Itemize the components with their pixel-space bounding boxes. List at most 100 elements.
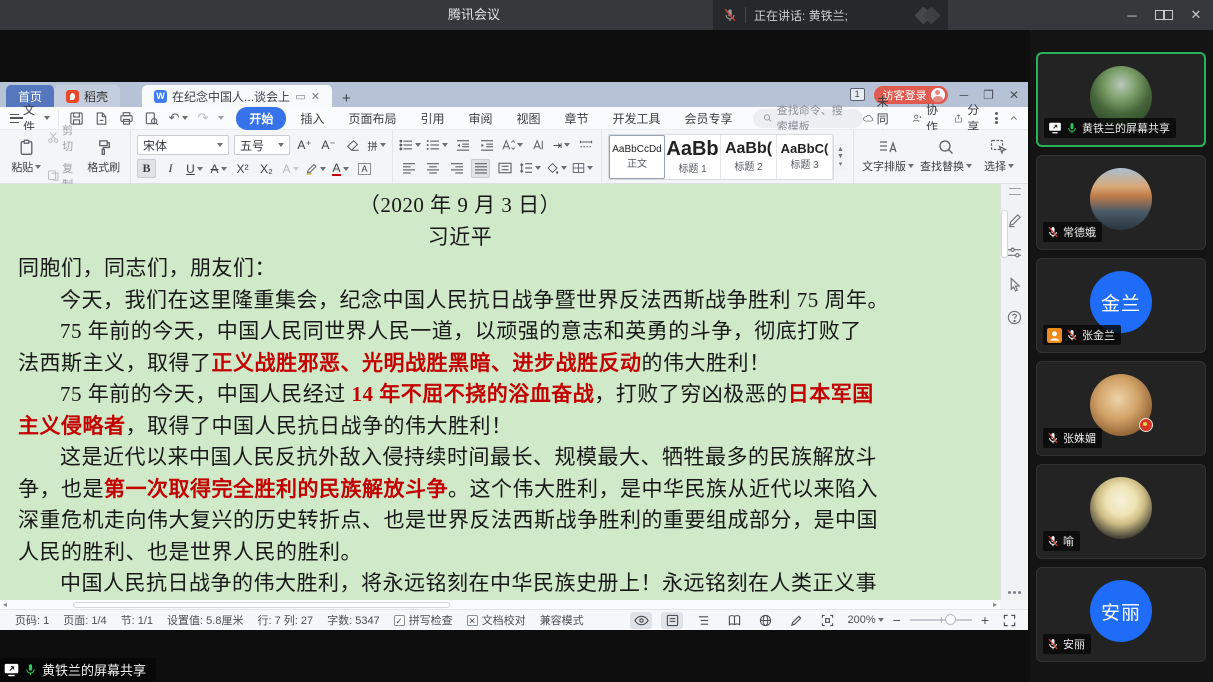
zoom-level-button[interactable]: 200% [847,614,883,626]
highlight-button[interactable] [305,159,326,178]
ribbon-tab-章节[interactable]: 章节 [555,108,599,129]
outline-view-button[interactable] [692,612,714,629]
status-page[interactable]: 页面: 1/4 [56,612,113,628]
web-view-button[interactable] [754,612,776,629]
ink-mode-button[interactable] [785,612,807,629]
undo-button[interactable]: ↶ [169,110,188,126]
new-tab-button[interactable]: + [332,90,361,107]
subscript-button[interactable]: X₂ [257,159,276,178]
superscript-button[interactable]: X² [233,159,252,178]
read-mode-button[interactable] [723,612,745,629]
export-icon[interactable] [94,111,109,126]
font-name-select[interactable]: 宋体 [137,135,229,155]
more-quick-access-icon[interactable] [218,116,224,120]
page-view-button[interactable] [661,612,683,629]
zoom-in-button[interactable]: + [981,612,989,628]
select-button[interactable]: 选择 [976,134,1022,180]
find-replace-button[interactable]: 查找替换 [916,134,976,180]
vertical-scrollbar[interactable] [1001,210,1008,258]
doc-tab-status-icon[interactable]: ▭ [295,90,305,103]
bullet-list-button[interactable] [399,136,421,155]
more-tools-icon[interactable] [1008,591,1021,594]
format-painter-button[interactable]: 格式刷 [83,134,124,180]
zoom-out-button[interactable]: − [893,612,901,628]
distribute-button[interactable] [495,159,514,178]
increase-indent-button[interactable] [477,136,496,155]
status-section[interactable]: 节: 1/1 [114,612,160,628]
fullscreen-button[interactable] [998,612,1020,629]
tab-stop-button[interactable] [576,136,595,155]
horizontal-scrollbar-thumb[interactable] [73,602,450,608]
zoom-slider[interactable] [910,619,972,621]
tab-docer[interactable]: 稻壳 [54,85,120,107]
participant-tile[interactable]: 张姝媚 [1036,361,1206,456]
ribbon-tab-开发工具[interactable]: 开发工具 [603,108,671,129]
proofing-toggle[interactable]: ✕文档校对 [460,612,533,628]
align-center-button[interactable] [423,159,442,178]
scrollbar-grip-icon[interactable] [1009,188,1021,195]
phonetic-guide-button[interactable]: 拼 [367,136,386,155]
shading-button[interactable] [546,159,567,178]
underline-button[interactable]: U [185,159,204,178]
status-page-number[interactable]: 页码: 1 [8,612,56,628]
minimize-button[interactable]: ─ [1123,8,1141,23]
doc-tab-close-icon[interactable]: ✕ [311,90,320,103]
scroll-left-icon[interactable]: ◂ [3,600,7,609]
font-size-select[interactable]: 五号 [234,135,290,155]
status-word-count[interactable]: 字数: 5347 [320,612,387,628]
decrease-indent-button[interactable] [453,136,472,155]
restore-button[interactable] [1155,8,1173,23]
bold-button[interactable]: B [137,159,156,178]
character-border-button[interactable]: A [355,159,374,178]
ribbon-tab-会员专享[interactable]: 会员专享 [675,108,743,129]
tab-document[interactable]: W 在纪念中国人...谈会上的讲话 ▭ ✕ [142,85,332,107]
increase-font-button[interactable]: A⁺ [295,136,314,155]
ribbon-tab-引用[interactable]: 引用 [410,108,454,129]
style-标题 3[interactable]: AaBbC(标题 3 [777,135,833,179]
align-right-button[interactable] [447,159,466,178]
help-icon[interactable] [1007,310,1022,325]
strikethrough-button[interactable]: A [209,159,228,178]
status-line-col[interactable]: 行: 7 列: 27 [250,612,320,628]
ribbon-tab-审阅[interactable]: 审阅 [458,108,502,129]
ribbon-tab-视图[interactable]: 视图 [507,108,551,129]
speaking-indicator-panel[interactable]: 正在讲话: 黄铁兰; [713,0,948,30]
command-search-box[interactable]: 查找命令、搜索模板 [753,109,863,128]
horizontal-scrollbar-track[interactable]: ◂ ▸ [0,600,1000,609]
italic-button[interactable]: I [161,159,180,178]
redo-button[interactable]: ↷ [198,110,209,126]
ribbon-tab-开始[interactable]: 开始 [236,107,286,130]
font-color-button[interactable]: A [331,159,350,178]
styles-scroll[interactable]: ▲▼▾ [834,144,847,170]
clear-format-button[interactable] [343,136,362,155]
participant-tile[interactable]: 安丽安丽 [1036,567,1206,662]
edit-pen-icon[interactable] [1007,213,1022,228]
participant-tile[interactable]: 黄铁兰的屏幕共享 [1036,52,1206,147]
style-标题 2[interactable]: AaBb(标题 2 [721,135,777,179]
ribbon-tab-页面布局[interactable]: 页面布局 [338,108,406,129]
status-setting[interactable]: 设置值: 5.8厘米 [160,612,250,628]
scroll-right-icon[interactable]: ▸ [993,600,997,609]
fit-page-button[interactable] [816,612,838,629]
close-button[interactable]: ✕ [1187,7,1205,23]
scale-text-button[interactable] [501,136,523,155]
cut-button[interactable]: 剪切 [47,122,84,154]
print-preview-icon[interactable] [144,111,159,126]
spell-check-toggle[interactable]: ✓拼写检查 [387,612,460,628]
align-left-button[interactable] [399,159,418,178]
participant-tile[interactable]: 金兰张金兰 [1036,258,1206,353]
numbered-list-button[interactable] [426,136,448,155]
eye-protection-button[interactable] [630,612,652,629]
style-正文[interactable]: AaBbCcDd正文 [609,135,665,179]
ribbon-tab-插入[interactable]: 插入 [290,108,334,129]
screen-share-banner[interactable]: 黄铁兰的屏幕共享 [0,658,156,681]
cursor-icon[interactable] [1008,277,1022,292]
document-canvas[interactable]: （2020 年 9 月 3 日）习近平同胞们，同志们，朋友们：今天，我们在这里隆… [0,184,1000,600]
settings-sliders-icon[interactable] [1007,246,1022,259]
participant-tile[interactable]: 常德娥 [1036,155,1206,250]
line-spacing-button[interactable] [519,159,541,178]
more-menu-icon[interactable] [995,111,998,126]
text-layout-button[interactable]: 文字排版 [860,134,916,180]
print-icon[interactable] [119,111,134,126]
paste-button[interactable]: 粘贴 [6,134,47,180]
